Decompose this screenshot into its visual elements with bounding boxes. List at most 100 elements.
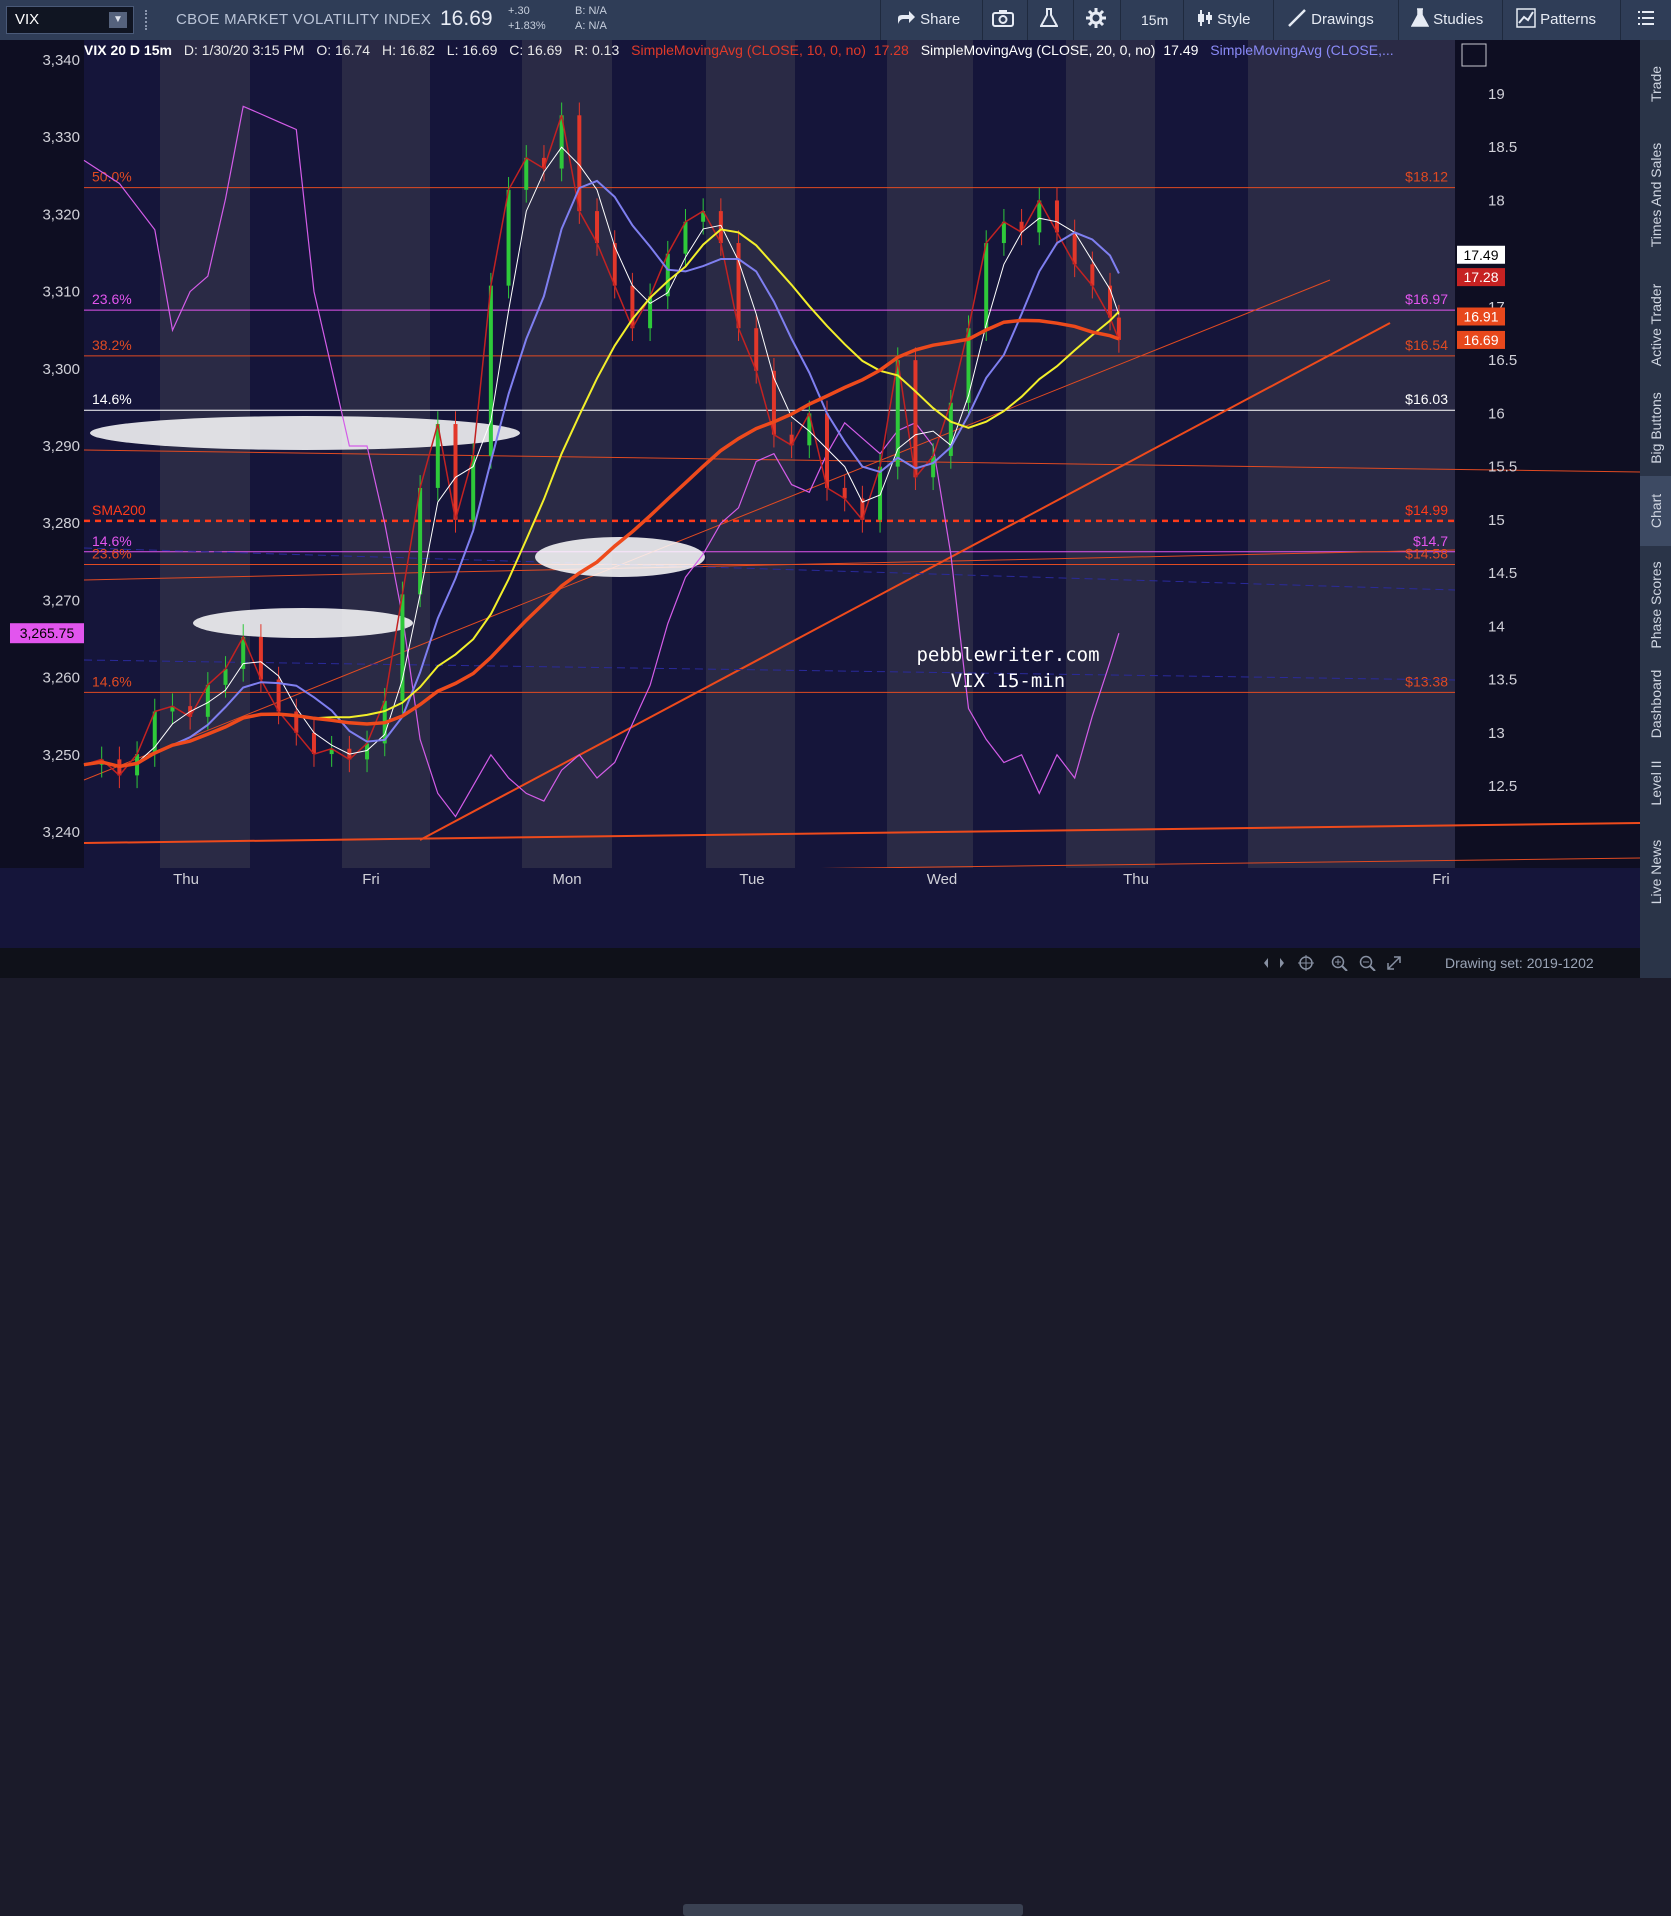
side-tab-label: Times And Sales: [1647, 142, 1664, 248]
watermark-line2: VIX 15-min: [951, 670, 1065, 692]
share-icon: [898, 11, 915, 24]
right-axis-tick: 14.5: [1488, 565, 1517, 582]
divider: [1620, 0, 1621, 40]
side-tab-label: Live News: [1647, 839, 1664, 905]
divider: [1502, 0, 1503, 40]
left-axis-tick: 3,250: [42, 747, 80, 764]
bar-low: L: 16.69: [446, 42, 498, 58]
crosshair-icon[interactable]: [1298, 955, 1314, 971]
sma-blue-label: SimpleMovingAvg (CLOSE,...: [1210, 42, 1394, 58]
vix-candle-body: [488, 285, 493, 456]
side-tab-label: Trade: [1647, 65, 1664, 103]
pencil-icon: [1288, 9, 1306, 27]
net-change: +.30: [508, 5, 530, 17]
left-axis-tick: 3,300: [42, 361, 80, 378]
change-box: +.30 +1.83%: [508, 4, 546, 34]
side-tab-chart[interactable]: Chart: [1640, 476, 1671, 546]
fib-level-right-label: $16.54: [1405, 337, 1448, 353]
fib-level-left-label: SMA200: [92, 502, 146, 518]
drawings-button[interactable]: Drawings: [1287, 0, 1374, 40]
symbol-description: CBOE MARKET VOLATILITY INDEX: [176, 11, 432, 28]
vix-candle-body: [913, 360, 918, 478]
style-button[interactable]: Style: [1197, 0, 1251, 40]
chart-symbol-label: VIX 20 D 15m: [84, 42, 172, 58]
drag-handle-icon[interactable]: [145, 10, 155, 30]
bar-close: C: 16.69: [509, 42, 563, 58]
vix-candle-body: [754, 328, 759, 371]
spx-price-tag-label: 3,265.75: [20, 625, 75, 641]
percent-change: +1.83%: [508, 20, 546, 32]
bottom-bar: Drawing set: 2019-1202: [0, 948, 1640, 1916]
fib-level-right-label: $14.58: [1405, 546, 1448, 562]
side-tab-label: Phase Scores: [1647, 561, 1664, 649]
flask-icon: [1039, 8, 1059, 27]
side-tab-dashboard[interactable]: Dashboard: [1640, 664, 1671, 744]
vix-candle-body: [418, 487, 423, 595]
menu-icon: [1638, 11, 1654, 25]
symbol-input[interactable]: VIX ▼: [6, 6, 134, 34]
fib-level-right-label: $16.03: [1405, 391, 1448, 407]
left-axis-tick: 3,270: [42, 592, 80, 609]
vix-candle-body: [311, 732, 316, 755]
price-chart[interactable]: 50.0% $18.12 23.6% $16.97 38.2% $16.54 14.6% $1…: [0, 40, 1640, 948]
symbol-value: VIX: [15, 11, 40, 28]
right-axis-tick: 19: [1488, 86, 1505, 103]
studies-button[interactable]: Studies: [1410, 0, 1483, 40]
right-axis-tick: 16: [1488, 405, 1505, 422]
expand-icon[interactable]: [1387, 956, 1401, 970]
scroll-left-icon[interactable]: [1264, 958, 1268, 968]
right-axis-tick: 13: [1488, 725, 1505, 742]
fib-level-left-label: 23.6%: [92, 291, 132, 307]
chevron-down-icon[interactable]: ▼: [109, 12, 127, 28]
side-tab-label: Chart: [1647, 493, 1664, 529]
timeframe-button[interactable]: 15m: [1141, 0, 1168, 40]
side-tab-active-trader[interactable]: Active Trader: [1640, 270, 1671, 380]
x-axis-tick: Thu: [1123, 871, 1149, 888]
side-tab-label: Big Buttons: [1647, 392, 1664, 464]
fib-level-left-label: 14.6%: [92, 673, 132, 689]
scroll-right-icon[interactable]: [1280, 958, 1284, 968]
menu-button[interactable]: [1637, 0, 1655, 40]
patterns-button[interactable]: Patterns: [1516, 0, 1596, 40]
left-axis-tick: 3,260: [42, 670, 80, 687]
lab-button[interactable]: [1039, 0, 1059, 40]
fib-level-left-label: 14.6%: [92, 391, 132, 407]
left-axis-tick: 3,340: [42, 52, 80, 69]
fib-level-right-label: $16.97: [1405, 291, 1448, 307]
zoom-in-icon[interactable]: [1331, 955, 1348, 972]
zoom-out-icon[interactable]: [1359, 955, 1376, 972]
side-tab-label: Active Trader: [1647, 283, 1664, 367]
highlight-ellipse: [193, 608, 413, 638]
side-tab-big-buttons[interactable]: Big Buttons: [1640, 384, 1671, 472]
left-axis-tick: 3,240: [42, 824, 80, 841]
side-tab-trade[interactable]: Trade: [1640, 48, 1671, 120]
vix-candle-body: [1054, 200, 1059, 233]
session-stripe: [887, 40, 973, 868]
right-axis-tick: 13.5: [1488, 672, 1517, 689]
bar-high: H: 16.82: [381, 42, 435, 58]
sma20-value: 17.49: [1163, 42, 1199, 58]
side-tab-level-ii[interactable]: Level II: [1640, 748, 1671, 818]
side-tab-live-news[interactable]: Live News: [1640, 822, 1671, 922]
vix-candle-body: [1037, 200, 1042, 233]
price-tag-label: 17.49: [1463, 247, 1498, 263]
sma10-label: SimpleMovingAvg (CLOSE, 10, 0, no): [631, 42, 866, 58]
side-tab-times-and-sales[interactable]: Times And Sales: [1640, 124, 1671, 266]
bid-value: B: N/A: [575, 5, 607, 17]
side-tab-phase-scores[interactable]: Phase Scores: [1640, 550, 1671, 660]
horizontal-scrollbar[interactable]: [683, 1904, 1023, 1916]
vix-candle-body: [1001, 221, 1006, 244]
settings-button[interactable]: [1086, 0, 1106, 40]
right-axis-tick: 18: [1488, 192, 1505, 209]
share-button[interactable]: Share: [896, 0, 960, 40]
fib-level-right-label: $14.99: [1405, 502, 1448, 518]
right-axis-tick: 14: [1488, 618, 1505, 635]
x-axis-tick: Wed: [927, 871, 958, 888]
fib-level-left-label: 50.0%: [92, 169, 132, 185]
price-tag-label: 16.91: [1463, 309, 1498, 325]
top-toolbar: VIX ▼ CBOE MARKET VOLATILITY INDEX 16.69…: [0, 0, 1671, 40]
bar-open: O: 16.74: [316, 42, 371, 58]
price-tag-label: 17.28: [1463, 269, 1498, 285]
snapshot-button[interactable]: [992, 0, 1014, 40]
divider: [1120, 0, 1121, 40]
